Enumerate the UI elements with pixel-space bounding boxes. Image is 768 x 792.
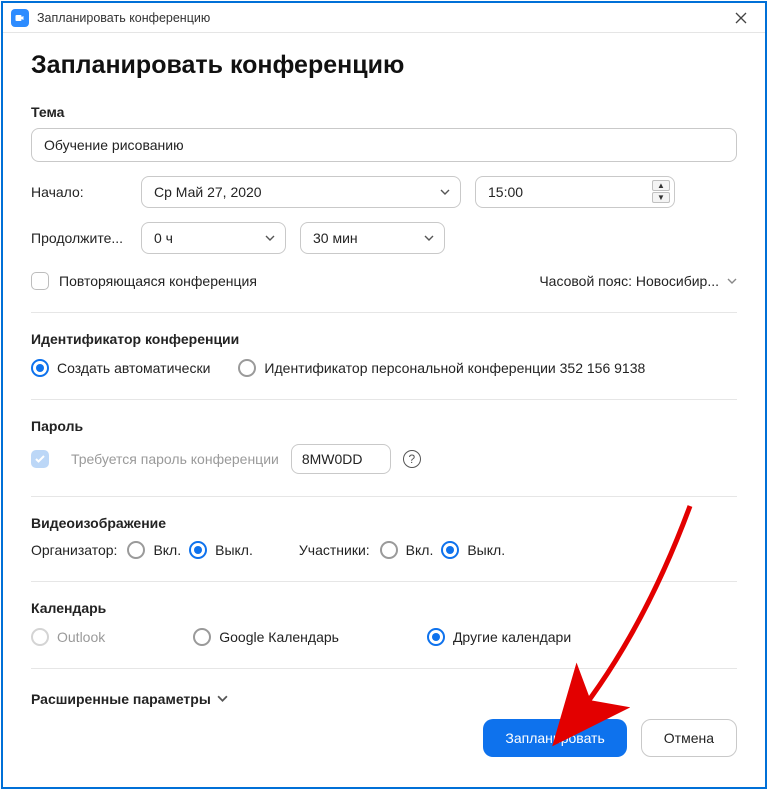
help-icon[interactable]: ?: [403, 450, 421, 468]
password-input[interactable]: [291, 444, 391, 474]
schedule-button[interactable]: Запланировать: [483, 719, 626, 757]
start-date-combo[interactable]: Ср Май 27, 2020: [141, 176, 461, 208]
meeting-id-section-label: Идентификатор конференции: [31, 331, 737, 347]
content-area: Запланировать конференцию Тема Начало: С…: [3, 33, 765, 787]
separator: [31, 581, 737, 582]
chevron-down-icon: [265, 230, 275, 246]
radio-icon: [189, 541, 207, 559]
separator: [31, 496, 737, 497]
radio-icon: [441, 541, 459, 559]
timezone-link[interactable]: Часовой пояс: Новосибир...: [539, 273, 737, 289]
chevron-down-icon: [217, 691, 228, 707]
start-time-value: 15:00: [488, 184, 523, 200]
duration-row: Продолжите... 0 ч 30 мин: [31, 222, 737, 254]
start-row: Начало: Ср Май 27, 2020 15:00 ▲ ▼: [31, 176, 737, 208]
radio-icon: [127, 541, 145, 559]
calendar-other-label: Другие календари: [453, 629, 571, 645]
calendar-outlook-label: Outlook: [57, 629, 105, 645]
time-step-up[interactable]: ▲: [652, 180, 670, 191]
chevron-down-icon: [440, 184, 450, 200]
video-row: Организатор: Вкл. Выкл. Участники: Вкл.: [31, 541, 737, 559]
advanced-toggle[interactable]: Расширенные параметры: [31, 691, 737, 707]
meeting-id-auto-label: Создать автоматически: [57, 360, 210, 376]
participant-video-on[interactable]: Вкл.: [380, 541, 434, 559]
duration-minutes-value: 30 мин: [313, 230, 358, 246]
radio-icon: [31, 359, 49, 377]
page-title: Запланировать конференцию: [31, 51, 737, 80]
off-label: Выкл.: [215, 542, 253, 558]
host-video-group: Организатор: Вкл. Выкл.: [31, 541, 253, 559]
host-video-on[interactable]: Вкл.: [127, 541, 181, 559]
time-step-down[interactable]: ▼: [652, 192, 670, 203]
advanced-label: Расширенные параметры: [31, 691, 211, 707]
require-password-label: Требуется пароль конференции: [71, 451, 279, 467]
radio-icon: [380, 541, 398, 559]
calendar-options: Outlook Google Календарь Другие календар…: [31, 628, 737, 646]
duration-minutes-combo[interactable]: 30 мин: [300, 222, 445, 254]
separator: [31, 399, 737, 400]
recurring-row: Повторяющаяся конференция Часовой пояс: …: [31, 272, 737, 290]
meeting-id-personal-option[interactable]: Идентификатор персональной конференции 3…: [238, 359, 645, 377]
duration-hours-combo[interactable]: 0 ч: [141, 222, 286, 254]
cancel-button[interactable]: Отмена: [641, 719, 737, 757]
start-date-value: Ср Май 27, 2020: [154, 184, 262, 200]
radio-icon: [193, 628, 211, 646]
schedule-meeting-window: Запланировать конференцию Запланировать …: [1, 1, 767, 789]
close-icon[interactable]: [723, 4, 759, 32]
host-video-off[interactable]: Выкл.: [189, 541, 253, 559]
window-title: Запланировать конференцию: [37, 11, 723, 25]
calendar-other-option[interactable]: Другие календари: [427, 628, 571, 646]
meeting-id-personal-label: Идентификатор персональной конференции 3…: [264, 360, 645, 376]
participant-video-off[interactable]: Выкл.: [441, 541, 505, 559]
radio-icon: [31, 628, 49, 646]
video-section-label: Видеоизображение: [31, 515, 737, 531]
chevron-down-icon: [727, 273, 737, 289]
host-label: Организатор:: [31, 542, 117, 558]
duration-label: Продолжите...: [31, 230, 131, 246]
calendar-google-option[interactable]: Google Календарь: [193, 628, 339, 646]
footer-buttons: Запланировать Отмена: [31, 719, 737, 757]
time-spinner: ▲ ▼: [652, 180, 670, 203]
start-label: Начало:: [31, 184, 131, 200]
zoom-app-icon: [11, 9, 29, 27]
radio-icon: [238, 359, 256, 377]
on-label: Вкл.: [406, 542, 434, 558]
start-time-input[interactable]: 15:00 ▲ ▼: [475, 176, 675, 208]
meeting-id-options: Создать автоматически Идентификатор перс…: [31, 359, 737, 377]
password-section-label: Пароль: [31, 418, 737, 434]
recurring-label: Повторяющаяся конференция: [59, 273, 257, 289]
separator: [31, 668, 737, 669]
topic-input[interactable]: [31, 128, 737, 162]
separator: [31, 312, 737, 313]
calendar-outlook-option[interactable]: Outlook: [31, 628, 105, 646]
radio-icon: [427, 628, 445, 646]
calendar-section-label: Календарь: [31, 600, 737, 616]
duration-hours-value: 0 ч: [154, 230, 173, 246]
timezone-text: Часовой пояс: Новосибир...: [539, 273, 719, 289]
participant-label: Участники:: [299, 542, 370, 558]
chevron-down-icon: [424, 230, 434, 246]
topic-label: Тема: [31, 104, 737, 120]
password-row: Требуется пароль конференции ?: [31, 444, 737, 474]
meeting-id-auto-option[interactable]: Создать автоматически: [31, 359, 210, 377]
participant-video-group: Участники: Вкл. Выкл.: [299, 541, 505, 559]
off-label: Выкл.: [467, 542, 505, 558]
require-password-checkbox: [31, 450, 49, 468]
calendar-google-label: Google Календарь: [219, 629, 339, 645]
titlebar: Запланировать конференцию: [3, 3, 765, 33]
on-label: Вкл.: [153, 542, 181, 558]
recurring-checkbox[interactable]: [31, 272, 49, 290]
